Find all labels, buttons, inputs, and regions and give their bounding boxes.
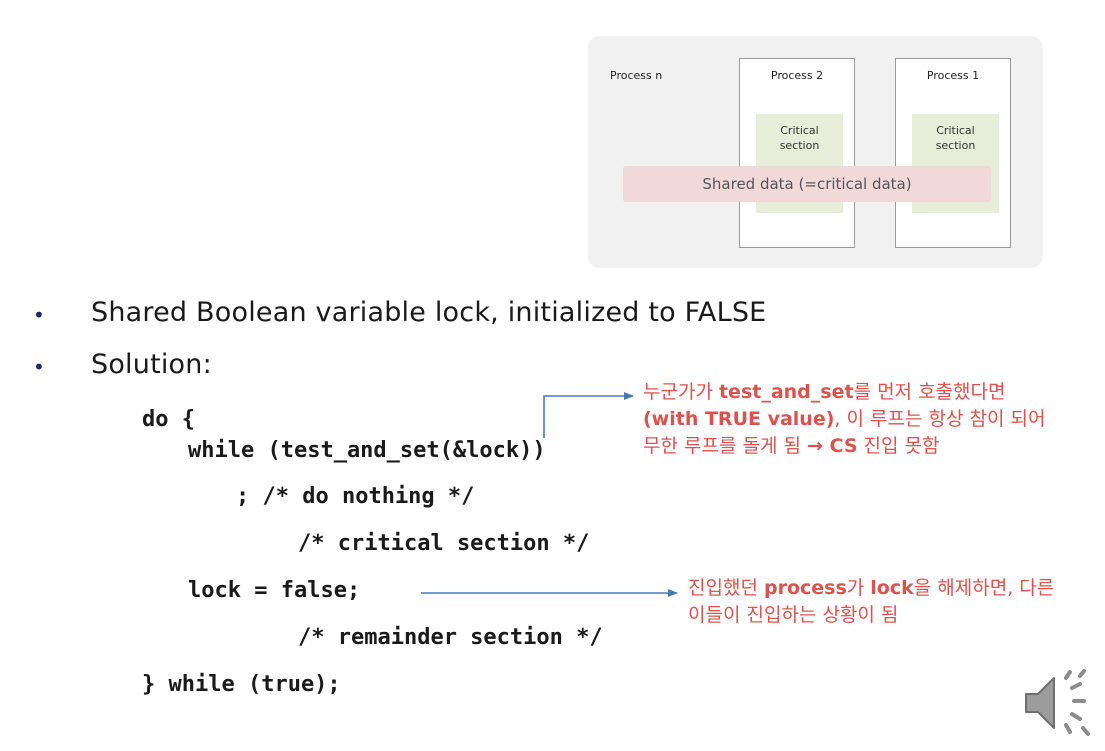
note-2-line-2: 이들이 진입하는 상황이 됨 — [688, 604, 899, 626]
note-2-line-1: 진입했던 process가 lock을 해제하면, 다른 — [688, 577, 1055, 599]
note-1-line-2: (with TRUE value), 이 루프는 항상 참이 되어 — [643, 408, 1046, 430]
arrow-to-note-1 — [543, 392, 634, 438]
annotation-arrows — [421, 392, 678, 597]
note-1-line-1: 누군가가 test_and_set를 먼저 호출했다면 — [643, 381, 1006, 403]
speaker-icon[interactable] — [1020, 668, 1096, 738]
annotation-note-1: 누군가가 test_and_set를 먼저 호출했다면 (with TRUE v… — [643, 379, 1045, 460]
annotation-note-2: 진입했던 process가 lock을 해제하면, 다른 이들이 진입하는 상황… — [688, 575, 1054, 629]
note-1-line-3: 무한 루프를 돌게 됨 → CS 진입 못함 — [643, 435, 940, 457]
